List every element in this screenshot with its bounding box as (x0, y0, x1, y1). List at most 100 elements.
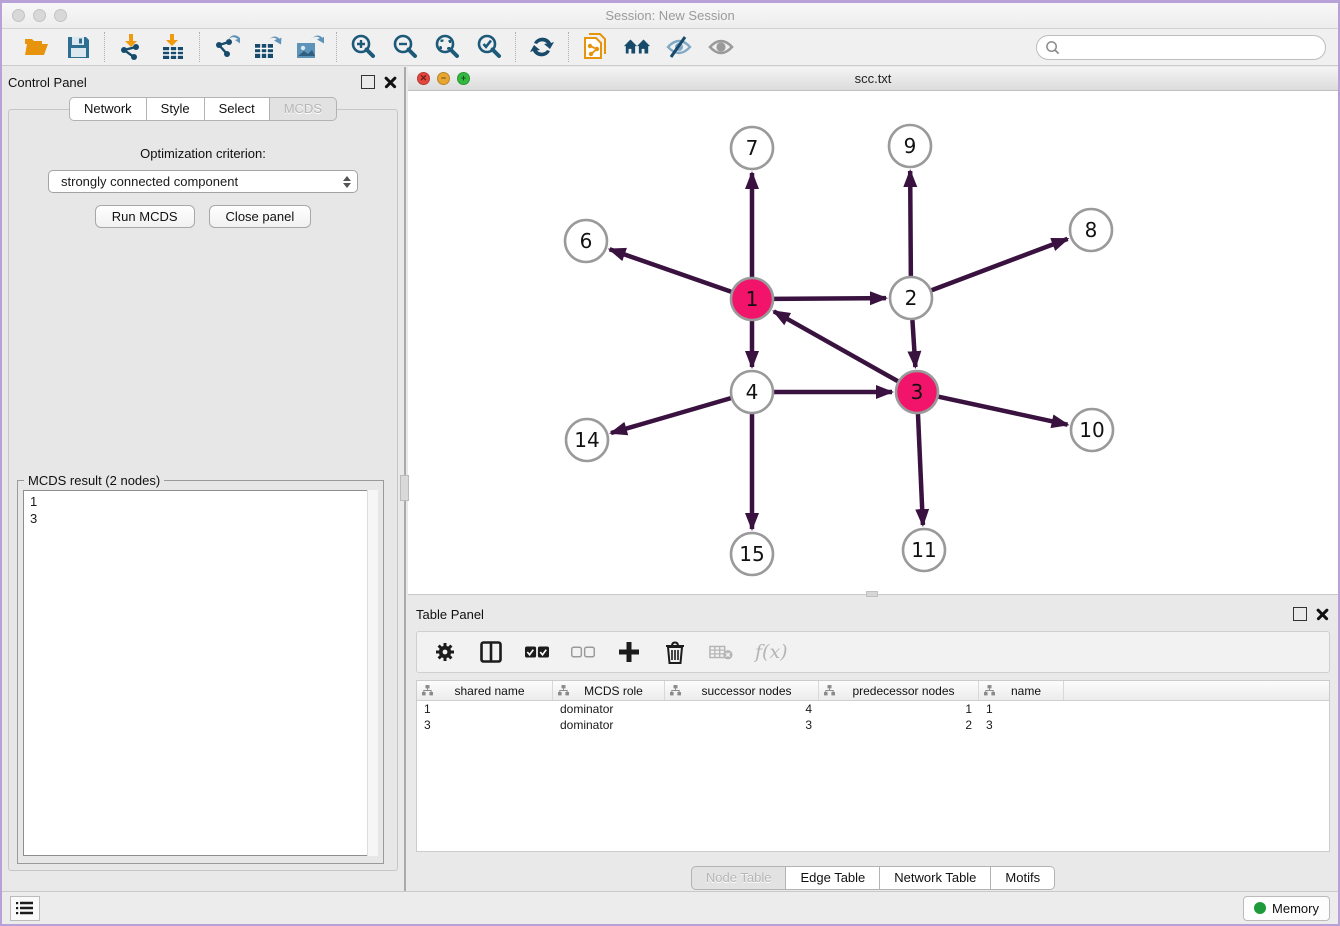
table-cell[interactable]: 3 (417, 718, 553, 732)
vertical-splitter-handle[interactable] (400, 475, 409, 501)
graph-node-15[interactable]: 15 (731, 533, 773, 575)
save-session-icon[interactable] (64, 33, 92, 61)
show-column-panel-icon[interactable] (479, 640, 503, 664)
apply-layout-icon[interactable] (528, 33, 556, 61)
tab-network[interactable]: Network (69, 97, 147, 121)
task-history-button[interactable] (10, 896, 40, 921)
svg-text:4: 4 (746, 380, 759, 404)
edge-1-2[interactable] (774, 298, 886, 299)
show-all-icon[interactable] (707, 33, 735, 61)
sort-icon (670, 685, 681, 696)
float-panel-icon[interactable] (361, 75, 375, 89)
edge-2-9[interactable] (910, 171, 911, 276)
table-tab-edge-table[interactable]: Edge Table (786, 866, 880, 890)
first-neighbors-icon[interactable] (623, 33, 651, 61)
edge-3-1[interactable] (774, 311, 898, 381)
close-table-panel-icon[interactable] (1316, 607, 1330, 621)
edge-2-8[interactable] (932, 239, 1068, 290)
table-tab-node-table[interactable]: Node Table (691, 866, 787, 890)
delete-table-icon[interactable] (709, 640, 733, 664)
import-network-icon[interactable] (117, 33, 145, 61)
network-canvas[interactable]: 7 9 6 8 1 2 4 3 14 10 15 11 (408, 91, 1338, 594)
column-header-shared-name[interactable]: shared name (417, 681, 553, 700)
run-mcds-button[interactable]: Run MCDS (95, 205, 195, 228)
delete-column-icon[interactable] (663, 640, 687, 664)
table-cell[interactable]: 2 (819, 718, 979, 732)
column-header-MCDS-role[interactable]: MCDS role (553, 681, 665, 700)
tab-mcds[interactable]: MCDS (270, 97, 337, 121)
edge-2-3[interactable] (912, 320, 915, 367)
float-table-panel-icon[interactable] (1293, 607, 1307, 621)
zoom-fit-icon[interactable] (433, 33, 461, 61)
mcds-result-list[interactable]: 1 3 (23, 490, 378, 856)
table-tab-network-table[interactable]: Network Table (880, 866, 991, 890)
graph-node-2[interactable]: 2 (890, 277, 932, 319)
graph-node-7[interactable]: 7 (731, 127, 773, 169)
export-table-icon[interactable] (254, 33, 282, 61)
select-all-icon[interactable] (525, 640, 549, 664)
control-panel-title: Control Panel (8, 75, 87, 90)
column-header-name[interactable]: name (979, 681, 1064, 700)
search-box[interactable] (1036, 35, 1326, 60)
function-builder-icon[interactable]: f(x) (755, 641, 788, 663)
tab-select[interactable]: Select (205, 97, 270, 121)
export-image-icon[interactable] (296, 33, 324, 61)
graph-node-3[interactable]: 3 (896, 371, 938, 413)
column-header-predecessor-nodes[interactable]: predecessor nodes (819, 681, 979, 700)
tab-style[interactable]: Style (147, 97, 205, 121)
svg-text:9: 9 (904, 134, 917, 158)
add-column-icon[interactable] (617, 640, 641, 664)
table-cell[interactable]: 1 (979, 702, 1064, 716)
table-cell[interactable]: dominator (553, 702, 665, 716)
search-input[interactable] (1065, 40, 1325, 55)
result-scrollbar[interactable] (367, 490, 378, 856)
edge-3-11[interactable] (918, 414, 923, 525)
memory-label: Memory (1272, 901, 1319, 916)
new-network-from-selection-icon[interactable] (581, 33, 609, 61)
export-network-icon[interactable] (212, 33, 240, 61)
svg-text:10: 10 (1079, 418, 1104, 442)
hide-selected-icon[interactable] (665, 33, 693, 61)
open-file-icon[interactable] (22, 33, 50, 61)
graph-node-8[interactable]: 8 (1070, 209, 1112, 251)
network-view-window: ✕ − + scc.txt 7968124314101511 (408, 67, 1338, 595)
edge-3-10[interactable] (938, 397, 1067, 425)
graph-node-14[interactable]: 14 (566, 419, 608, 461)
window-title: Session: New Session (2, 8, 1338, 23)
zoom-in-icon[interactable] (349, 33, 377, 61)
graph-node-6[interactable]: 6 (565, 220, 607, 262)
svg-text:11: 11 (911, 538, 936, 562)
memory-button[interactable]: Memory (1243, 896, 1330, 921)
edge-1-6[interactable] (610, 249, 732, 291)
graph-node-1[interactable]: 1 (731, 278, 773, 320)
graph-node-9[interactable]: 9 (889, 125, 931, 167)
table-row[interactable]: 1dominator411 (417, 701, 1329, 717)
table-settings-icon[interactable] (433, 640, 457, 664)
deselect-all-icon[interactable] (571, 640, 595, 664)
table-cell[interactable]: 4 (665, 702, 819, 716)
table-cell[interactable]: dominator (553, 718, 665, 732)
column-header-successor-nodes[interactable]: successor nodes (665, 681, 819, 700)
edge-4-14[interactable] (611, 398, 731, 433)
node-table[interactable]: shared nameMCDS rolesuccessor nodesprede… (416, 680, 1330, 852)
table-cell[interactable]: 1 (819, 702, 979, 716)
import-table-icon[interactable] (159, 33, 187, 61)
graph-node-10[interactable]: 10 (1071, 409, 1113, 451)
table-cell[interactable]: 1 (417, 702, 553, 716)
table-cell[interactable]: 3 (979, 718, 1064, 732)
table-cell[interactable]: 3 (665, 718, 819, 732)
close-panel-button[interactable]: Close panel (209, 205, 312, 228)
svg-text:15: 15 (739, 542, 764, 566)
table-tab-motifs[interactable]: Motifs (991, 866, 1055, 890)
table-row[interactable]: 3dominator323 (417, 717, 1329, 733)
zoom-out-icon[interactable] (391, 33, 419, 61)
svg-text:14: 14 (574, 428, 599, 452)
selected-criterion: strongly connected component (61, 174, 343, 189)
graph-node-11[interactable]: 11 (903, 529, 945, 571)
network-graph[interactable]: 7 9 6 8 1 2 4 3 14 10 15 11 (408, 91, 1340, 594)
optimization-criterion-select[interactable]: strongly connected component (48, 170, 358, 193)
svg-text:8: 8 (1085, 218, 1098, 242)
zoom-selected-icon[interactable] (475, 33, 503, 61)
graph-node-4[interactable]: 4 (731, 371, 773, 413)
close-panel-icon[interactable] (384, 75, 398, 89)
